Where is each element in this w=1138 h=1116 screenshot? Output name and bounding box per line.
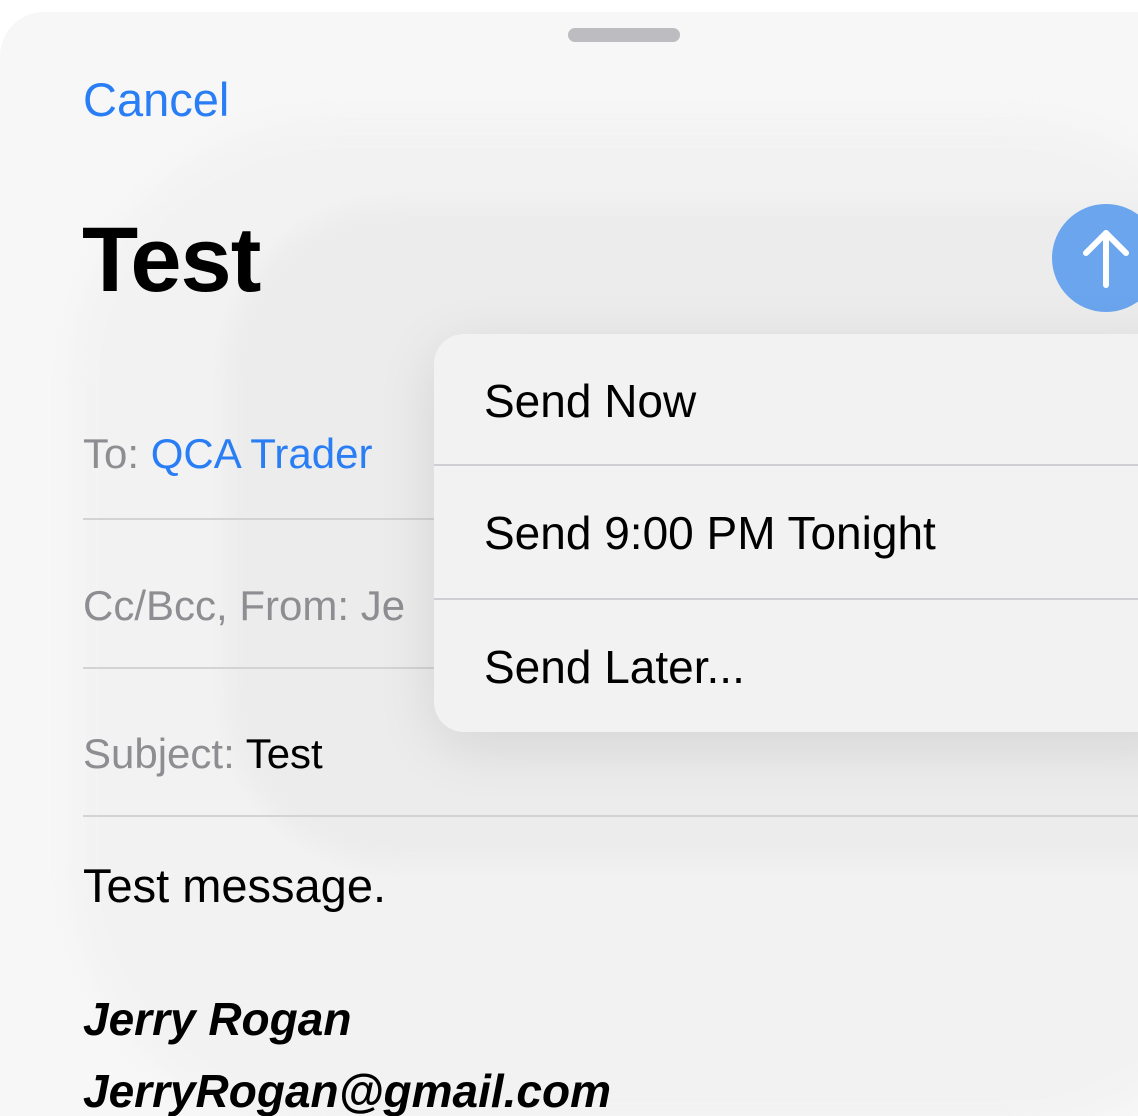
signature-email: JerryRogan@gmail.com xyxy=(83,1065,612,1116)
send-options-menu: Send Now Send 9:00 PM Tonight Send Later… xyxy=(434,334,1138,732)
menu-item-label: Send Now xyxy=(484,375,697,427)
subject-value[interactable]: Test xyxy=(246,730,323,777)
menu-item-label: Send Later... xyxy=(484,641,745,693)
from-value: Je xyxy=(360,582,406,629)
divider xyxy=(83,815,1138,817)
menu-item-send-later[interactable]: Send Later... xyxy=(434,600,1138,732)
recipient-token[interactable]: QCA Trader xyxy=(151,430,373,477)
cancel-button[interactable]: Cancel xyxy=(83,72,229,127)
subject-field[interactable]: Subject: Test xyxy=(83,730,323,778)
to-field[interactable]: To: QCA Trader xyxy=(83,430,372,478)
arrow-up-icon xyxy=(1083,230,1129,288)
sheet-grabber[interactable] xyxy=(568,28,680,42)
cc-bcc-from-field[interactable]: Cc/Bcc, From: Je xyxy=(83,582,405,630)
signature-name: Jerry Rogan xyxy=(83,993,352,1045)
message-body[interactable]: Test message. xyxy=(83,858,386,913)
menu-item-label: Send 9:00 PM Tonight xyxy=(484,507,936,559)
cc-bcc-from-label: Cc/Bcc, From: xyxy=(83,582,350,629)
menu-item-send-now[interactable]: Send Now xyxy=(434,334,1138,466)
menu-item-send-tonight[interactable]: Send 9:00 PM Tonight xyxy=(434,466,1138,598)
compose-title: Test xyxy=(82,209,261,311)
subject-label: Subject: xyxy=(83,730,235,777)
to-label: To: xyxy=(83,430,140,477)
